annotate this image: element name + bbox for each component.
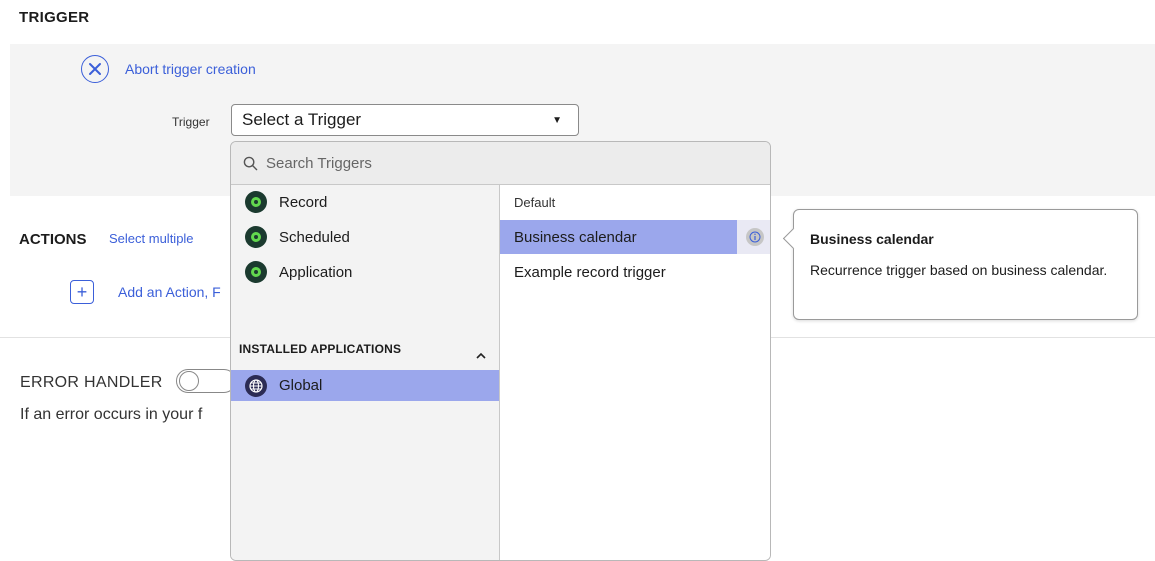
search-triggers-input[interactable] [264,153,668,173]
trigger-field-label: Trigger [172,115,210,129]
caret-down-icon: ▼ [552,115,562,126]
abort-trigger-button[interactable]: Abort trigger creation [81,53,256,85]
error-handler-toggle[interactable] [176,369,236,393]
close-icon[interactable] [81,55,109,83]
category-item-scheduled[interactable]: Scheduled [231,222,499,252]
category-item-record[interactable]: Record [231,187,499,217]
toggle-knob [179,371,199,391]
error-handler-description: If an error occurs in your f [20,406,203,423]
info-icon[interactable] [745,228,764,246]
installed-applications-heading: INSTALLED APPLICATIONS [239,342,402,356]
error-handler-heading: ERROR HANDLER [20,374,163,391]
trigger-tooltip: Business calendar Recurrence trigger bas… [782,209,1138,320]
actions-heading: ACTIONS [19,231,87,248]
add-action-button[interactable]: + [70,280,94,304]
search-icon [243,156,258,170]
category-item-application[interactable]: Application [231,257,499,287]
trigger-dropdown: Record Scheduled Application INSTALLED A… [230,141,771,561]
abort-trigger-label[interactable]: Abort trigger creation [125,61,256,77]
trigger-item-label: Example record trigger [514,263,666,281]
trigger-category-list: Record Scheduled Application INSTALLED A… [231,185,500,560]
trigger-group-heading: Default [514,195,556,210]
select-multiple-link[interactable]: Select multiple [109,231,194,246]
chevron-up-icon[interactable] [476,348,486,362]
tooltip-body: Recurrence trigger based on business cal… [810,262,1108,278]
installed-item-label: Global [279,377,323,394]
record-icon [245,191,267,213]
trigger-list: Default Business calendar Example record… [500,185,770,560]
add-action-label[interactable]: Add an Action, F [118,284,221,300]
globe-icon [245,374,267,397]
tooltip-arrow [782,227,805,250]
category-label: Application [279,263,353,281]
tooltip-title: Business calendar [810,231,934,247]
application-icon [245,261,267,283]
trigger-select-value: Select a Trigger [242,110,362,129]
plus-icon: + [76,281,88,302]
installed-item-global[interactable]: Global [231,370,499,401]
trigger-item-label: Business calendar [514,228,637,246]
search-bar [231,142,770,185]
trigger-heading: TRIGGER [19,9,90,26]
trigger-item-example-record[interactable]: Example record trigger [500,255,666,289]
category-label: Scheduled [279,228,350,246]
scheduled-icon [245,226,267,248]
category-label: Record [279,193,328,211]
trigger-select[interactable]: Select a Trigger ▼ [231,104,579,136]
trigger-info-cell [737,220,770,254]
trigger-item-business-calendar[interactable]: Business calendar [500,220,737,254]
